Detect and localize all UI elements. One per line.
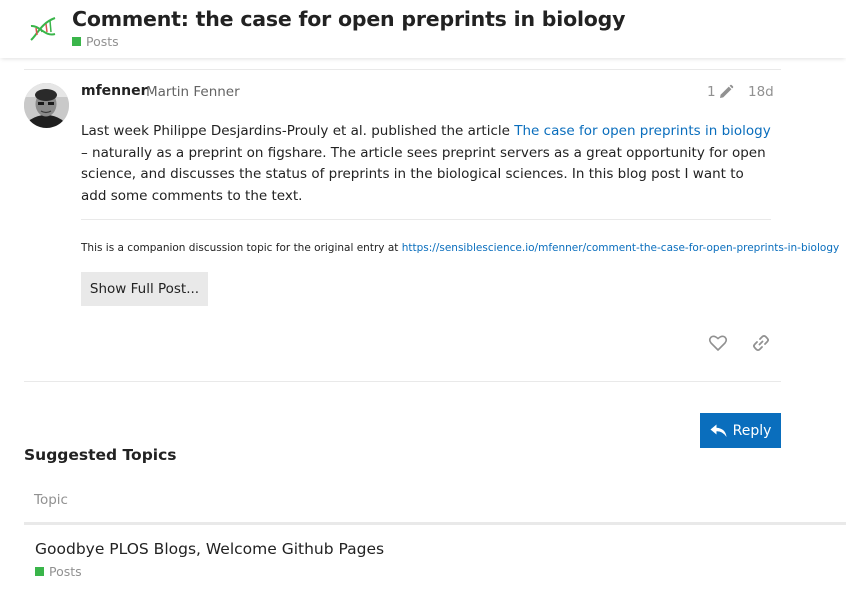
topic-title[interactable]: Comment: the case for open preprints in …: [72, 7, 626, 31]
category-label: Posts: [49, 564, 82, 579]
pencil-icon[interactable]: [718, 84, 734, 100]
companion-note: This is a companion discussion topic for…: [81, 242, 839, 254]
post-username[interactable]: mfenner: [81, 83, 148, 99]
suggested-topic-category[interactable]: Posts: [35, 564, 82, 579]
companion-text: This is a companion discussion topic for…: [81, 242, 402, 254]
topic-header: Comment: the case for open preprints in …: [0, 0, 846, 58]
post-bottom-divider: [24, 381, 781, 382]
original-entry-link[interactable]: https://sensiblescience.io/mfenner/comme…: [402, 242, 839, 254]
show-full-post-button[interactable]: Show Full Post...: [81, 272, 208, 306]
reply-label: Reply: [732, 422, 772, 439]
reply-arrow-icon: [710, 424, 727, 437]
post-full-name[interactable]: Martin Fenner: [146, 84, 240, 100]
avatar[interactable]: [24, 83, 69, 128]
category-label: Posts: [86, 34, 119, 49]
suggested-topics-heading: Suggested Topics: [24, 446, 177, 464]
column-header-topic[interactable]: Topic: [34, 492, 68, 508]
post-body: Last week Philippe Desjardins-Prouly et …: [81, 121, 771, 207]
link-icon[interactable]: [751, 333, 771, 353]
post-inner-divider: [81, 219, 771, 220]
post-top-divider: [24, 69, 781, 70]
post-text-intro: Last week Philippe Desjardins-Prouly et …: [81, 123, 515, 139]
category-color-square: [35, 567, 44, 576]
table-header-divider: [24, 522, 846, 525]
post-age[interactable]: 18d: [748, 84, 774, 100]
edit-count[interactable]: 1: [707, 84, 716, 100]
avatar-portrait: [24, 83, 69, 128]
heart-icon[interactable]: [708, 333, 728, 353]
suggested-topic-title[interactable]: Goodbye PLOS Blogs, Welcome Github Pages: [35, 540, 384, 558]
category-color-square: [72, 37, 81, 46]
dna-helix-icon[interactable]: [27, 13, 59, 45]
reply-button[interactable]: Reply: [700, 413, 781, 448]
category-badge[interactable]: Posts: [72, 34, 119, 49]
post-text-rest: – naturally as a preprint on figshare. T…: [81, 144, 766, 204]
article-link[interactable]: The case for open preprints in biology: [514, 123, 770, 139]
